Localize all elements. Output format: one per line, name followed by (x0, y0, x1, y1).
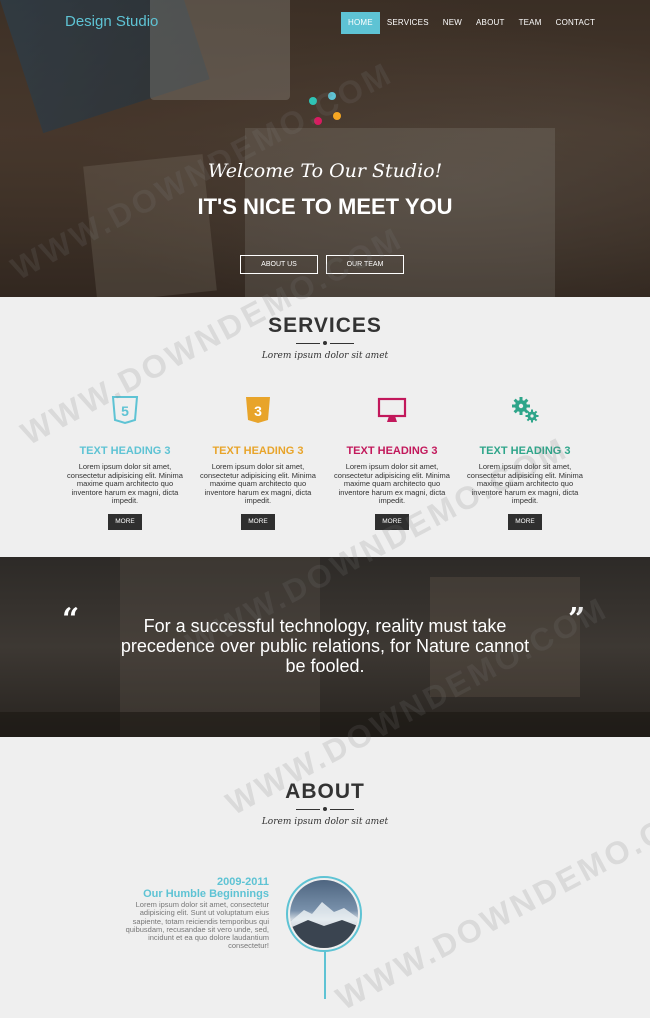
quote-background-shape (0, 712, 650, 737)
timeline-heading: Our Humble Beginnings (143, 888, 269, 900)
nav-about[interactable]: ABOUT (469, 12, 512, 34)
quote-section: “ ” For a successful technology, reality… (0, 557, 650, 737)
nav-team[interactable]: TEAM (512, 12, 549, 34)
brand-logo[interactable]: Design Studio (65, 13, 158, 30)
services-title: SERVICES (268, 314, 382, 337)
hero-tagline: IT'S NICE TO MEET YOU (197, 194, 453, 219)
hero-overlay (0, 0, 650, 297)
nav-services[interactable]: SERVICES (380, 12, 436, 34)
main-nav: HOME SERVICES NEW ABOUT TEAM CONTACT (341, 12, 602, 34)
about-us-button[interactable]: ABOUT US (240, 255, 318, 274)
css3-icon: 3 (243, 395, 273, 425)
service-text: Lorem ipsum dolor sit amet, consectetur … (334, 462, 450, 506)
service-card-monitor: TEXT HEADING 3 Lorem ipsum dolor sit ame… (327, 395, 457, 530)
about-title: ABOUT (285, 780, 365, 803)
nav-home[interactable]: HOME (341, 12, 380, 34)
service-heading: TEXT HEADING 3 (479, 445, 571, 457)
our-team-button[interactable]: OUR TEAM (326, 255, 404, 274)
timeline-entry: 2009-2011 Our Humble Beginnings Lorem ip… (110, 876, 269, 951)
service-card-html5: 5 TEXT HEADING 3 Lorem ipsum dolor sit a… (60, 395, 190, 530)
more-button[interactable]: MORE (241, 513, 275, 530)
more-button[interactable]: MORE (508, 513, 542, 530)
close-quote-icon: ” (568, 602, 586, 637)
html5-icon: 5 (110, 395, 140, 425)
service-card-css3: 3 TEXT HEADING 3 Lorem ipsum dolor sit a… (193, 395, 323, 530)
timeline-line (324, 950, 326, 999)
hero-welcome: Welcome To Our Studio! (207, 160, 443, 182)
monitor-icon (377, 395, 407, 425)
service-heading: TEXT HEADING 3 (346, 445, 438, 457)
about-subtitle: Lorem ipsum dolor sit amet (261, 817, 389, 827)
timeline-text: Lorem ipsum dolor sit amet, consectetur … (125, 900, 269, 951)
svg-text:3: 3 (254, 403, 262, 419)
services-divider (296, 341, 354, 346)
open-quote-icon: “ (62, 602, 80, 637)
hero-dot-pink (314, 117, 322, 125)
service-text: Lorem ipsum dolor sit amet, consectetur … (467, 462, 583, 506)
service-text: Lorem ipsum dolor sit amet, consectetur … (67, 462, 183, 506)
service-heading: TEXT HEADING 3 (79, 445, 171, 457)
nav-contact[interactable]: CONTACT (549, 12, 602, 34)
nav-new[interactable]: NEW (436, 12, 469, 34)
gears-icon (510, 395, 540, 425)
more-button[interactable]: MORE (108, 513, 142, 530)
hero-dot-orange (333, 112, 341, 120)
hero-section: Design Studio HOME SERVICES NEW ABOUT TE… (0, 0, 650, 297)
about-divider (296, 807, 354, 812)
service-heading: TEXT HEADING 3 (212, 445, 304, 457)
service-card-gears: TEXT HEADING 3 Lorem ipsum dolor sit ame… (460, 395, 590, 530)
service-text: Lorem ipsum dolor sit amet, consectetur … (200, 462, 316, 506)
hero-dot-blue (328, 92, 336, 100)
more-button[interactable]: MORE (375, 513, 409, 530)
timeline-years: 2009-2011 (217, 876, 269, 888)
svg-text:5: 5 (121, 403, 129, 419)
quote-text: For a successful technology, reality mus… (120, 616, 530, 676)
hero-dot-teal (309, 97, 317, 105)
services-subtitle: Lorem ipsum dolor sit amet (261, 351, 389, 361)
timeline-photo (290, 880, 358, 948)
